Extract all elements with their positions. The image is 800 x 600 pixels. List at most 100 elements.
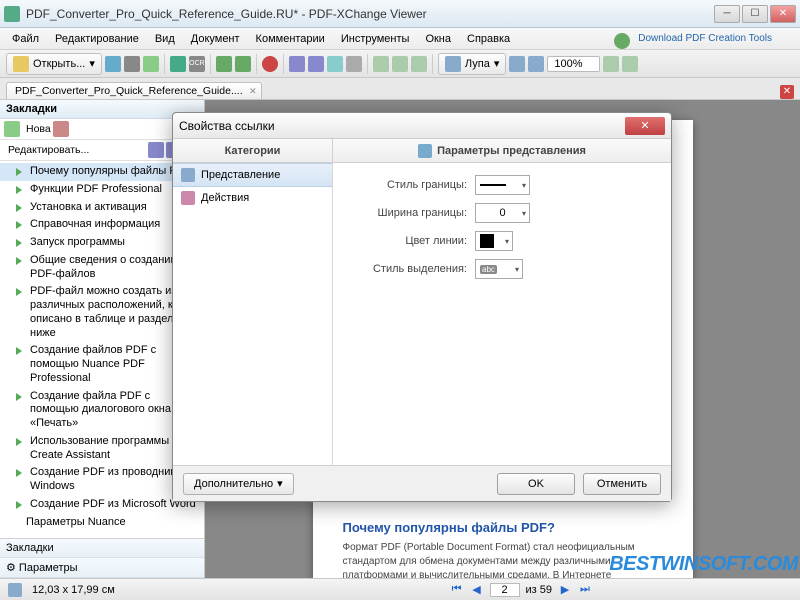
menu-document[interactable]: Документ — [183, 31, 248, 47]
highlight-style-label: Стиль выделения: — [347, 263, 467, 275]
menu-view[interactable]: Вид — [147, 31, 183, 47]
new-bookmark-icon[interactable] — [4, 121, 20, 137]
folder-icon — [13, 56, 29, 72]
new-bookmark-label[interactable]: Нова — [22, 123, 51, 135]
scan-icon[interactable] — [170, 56, 186, 72]
dialog-titlebar[interactable]: Свойства ссылки ✕ — [173, 113, 671, 139]
clipboard-icon[interactable] — [327, 56, 343, 72]
menu-edit[interactable]: Редактирование — [47, 31, 147, 47]
statusbar: 12,03 x 17,99 см ⏮ ◀ 2 из 59 ▶ ⏭ — [0, 578, 800, 600]
border-width-spinner[interactable]: 0 — [475, 203, 530, 223]
color-swatch — [480, 234, 494, 248]
fit-page-icon[interactable] — [603, 56, 619, 72]
undo-icon[interactable] — [216, 56, 232, 72]
bookmark-icon — [14, 166, 26, 178]
highlight-style-select[interactable]: abc — [475, 259, 523, 279]
prev-page-icon[interactable]: ◀ — [470, 583, 484, 597]
sidebar-tab-params[interactable]: ⚙ Параметры — [0, 558, 204, 578]
bookmark-icon — [14, 345, 26, 357]
window-titlebar: PDF_Converter_Pro_Quick_Reference_Guide.… — [0, 0, 800, 28]
loupe-label: Лупа — [465, 58, 490, 70]
border-width-label: Ширина границы: — [347, 207, 467, 219]
menu-comments[interactable]: Комментарии — [248, 31, 333, 47]
page-heading: Почему популярны файлы PDF? — [343, 520, 663, 535]
adobe-icon[interactable] — [262, 56, 278, 72]
main-toolbar: Открыть...▾ OCR Лупа▾ 100% — [0, 50, 800, 78]
document-tabbar: PDF_Converter_Pro_Quick_Reference_Guide.… — [0, 78, 800, 100]
bookmark-subitem[interactable]: Параметры Nuance — [0, 514, 204, 532]
category-presentation[interactable]: Представление — [173, 163, 332, 187]
snapshot-icon[interactable] — [289, 56, 305, 72]
minimize-button[interactable]: ─ — [714, 5, 740, 23]
zoom-in-icon[interactable] — [528, 56, 544, 72]
params-panel: Стиль границы: Ширина границы: 0 Цвет ли… — [333, 163, 671, 465]
line-color-picker[interactable] — [475, 231, 513, 251]
menu-tools[interactable]: Инструменты — [333, 31, 418, 47]
category-actions[interactable]: Действия — [173, 187, 332, 209]
bookmark-icon — [14, 237, 26, 249]
bookmark-icon — [14, 467, 26, 479]
menu-help[interactable]: Справка — [459, 31, 518, 47]
link-properties-dialog: Свойства ссылки ✕ Категории Параметры пр… — [172, 112, 672, 502]
menu-windows[interactable]: Окна — [417, 31, 459, 47]
ok-button[interactable]: OK — [497, 473, 575, 495]
text-select-icon[interactable] — [411, 56, 427, 72]
border-style-select[interactable] — [475, 175, 530, 195]
category-list: Представление Действия — [173, 163, 333, 465]
ocr-icon[interactable]: OCR — [189, 56, 205, 72]
save-icon[interactable] — [105, 56, 121, 72]
advanced-button[interactable]: Дополнительно ▾ — [183, 473, 294, 495]
fit-width-icon[interactable] — [622, 56, 638, 72]
download-tools-link[interactable]: Download PDF Creation Tools — [632, 31, 796, 46]
next-page-icon[interactable]: ▶ — [558, 583, 572, 597]
open-button[interactable]: Открыть...▾ — [6, 53, 102, 75]
tab-close-icon[interactable]: ✕ — [249, 86, 257, 97]
bookmark-icon — [14, 184, 26, 196]
cancel-button[interactable]: Отменить — [583, 473, 661, 495]
page-total: из 59 — [526, 584, 552, 596]
find-icon[interactable] — [346, 56, 362, 72]
zoom-field[interactable]: 100% — [547, 56, 599, 72]
zoom-out-icon[interactable] — [509, 56, 525, 72]
menubar: Файл Редактирование Вид Документ Коммент… — [0, 28, 800, 50]
print-icon[interactable] — [124, 56, 140, 72]
bookmark-icon — [14, 391, 26, 403]
delete-bookmark-icon[interactable] — [53, 121, 69, 137]
document-tab[interactable]: PDF_Converter_Pro_Quick_Reference_Guide.… — [6, 82, 262, 99]
edit-bookmark-label[interactable]: Редактировать... — [4, 144, 89, 156]
bookmark-icon — [14, 436, 26, 448]
expand-icon[interactable] — [148, 142, 164, 158]
tab-label: PDF_Converter_Pro_Quick_Reference_Guide.… — [15, 85, 243, 97]
line-icon — [480, 184, 506, 186]
close-all-tabs[interactable]: ✕ — [780, 85, 794, 99]
redo-icon[interactable] — [235, 56, 251, 72]
params-column-header: Параметры представления — [333, 139, 671, 162]
last-page-icon[interactable]: ⏭ — [578, 583, 592, 597]
maximize-button[interactable]: ☐ — [742, 5, 768, 23]
menu-file[interactable]: Файл — [4, 31, 47, 47]
sidebar-tab-bookmarks[interactable]: Закладки — [0, 539, 204, 558]
export-icon[interactable] — [308, 56, 324, 72]
bookmark-icon — [14, 255, 26, 267]
appearance-icon — [181, 168, 195, 182]
dialog-close-button[interactable]: ✕ — [625, 117, 665, 135]
window-title: PDF_Converter_Pro_Quick_Reference_Guide.… — [26, 7, 714, 21]
line-color-label: Цвет линии: — [347, 235, 467, 247]
email-icon[interactable] — [143, 56, 159, 72]
bookmark-icon — [14, 286, 26, 298]
hand-icon[interactable] — [392, 56, 408, 72]
app-icon — [4, 6, 20, 22]
dialog-title: Свойства ссылки — [179, 119, 275, 133]
first-page-icon[interactable]: ⏮ — [450, 583, 464, 597]
border-style-label: Стиль границы: — [347, 179, 467, 191]
bookmark-icon — [14, 499, 26, 511]
close-button[interactable]: ✕ — [770, 5, 796, 23]
layout-icon[interactable] — [8, 583, 22, 597]
loupe-button[interactable]: Лупа▾ — [438, 53, 506, 75]
page-number-field[interactable]: 2 — [490, 583, 520, 597]
select-icon[interactable] — [373, 56, 389, 72]
actions-icon — [181, 191, 195, 205]
bookmark-icon — [14, 219, 26, 231]
magnifier-icon — [445, 56, 461, 72]
abc-icon: abc — [480, 265, 497, 274]
